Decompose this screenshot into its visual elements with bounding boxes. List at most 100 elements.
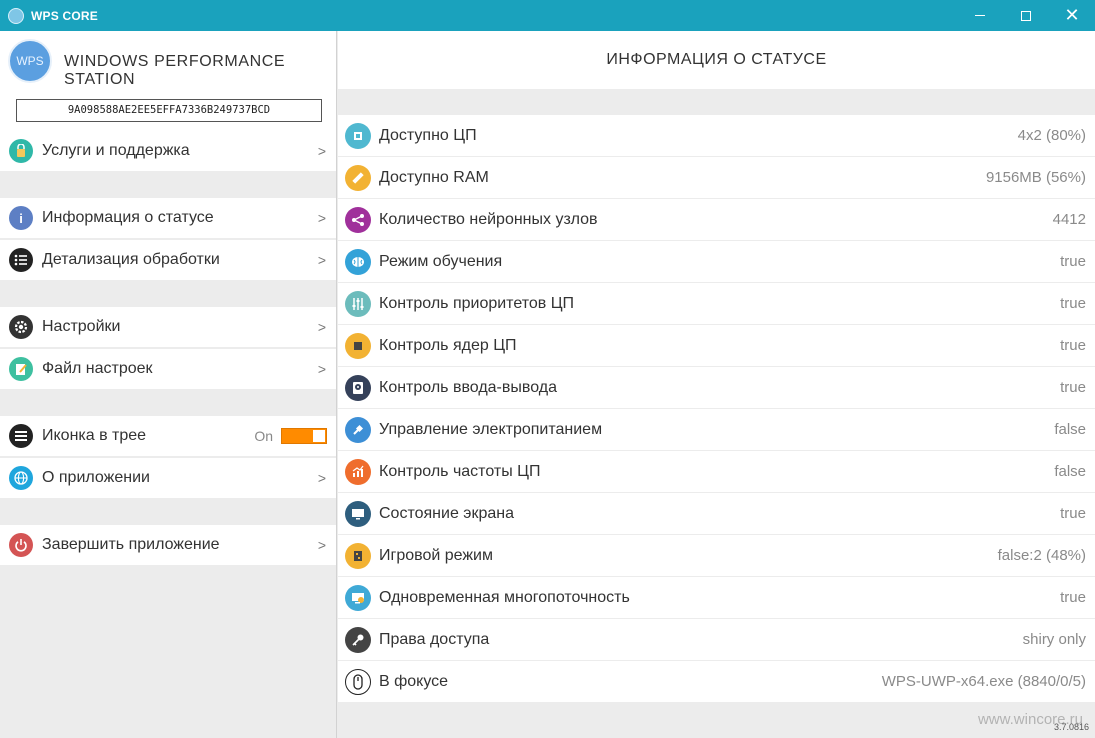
monitor-icon: [345, 500, 371, 527]
status-value: 4412: [1052, 211, 1086, 228]
status-label: Управление электропитанием: [379, 420, 603, 438]
maximize-button[interactable]: [1003, 0, 1049, 31]
status-label: Контроль ядер ЦП: [379, 336, 517, 354]
close-button[interactable]: ✕: [1049, 0, 1095, 31]
sliders-icon: [345, 290, 371, 317]
chevron-right-icon: >: [317, 319, 326, 335]
sidebar-item-settings-file[interactable]: Файл настроек >: [0, 349, 336, 390]
tray-icon: [9, 424, 33, 448]
sidebar-item-settings[interactable]: Настройки >: [0, 307, 336, 348]
notepad-icon: [9, 357, 33, 381]
sidebar-item-label: Завершить приложение: [42, 536, 220, 553]
status-panel: ИНФОРМАЦИЯ О СТАТУСЕ Доступно ЦП 4x2 (80…: [338, 31, 1095, 738]
status-row-cpu-core-control: Контроль ядер ЦП true: [338, 325, 1095, 367]
status-row-learning-mode: Режим обучения true: [338, 241, 1095, 283]
sidebar-item-label: О приложении: [42, 469, 150, 486]
status-label: В фокусе: [379, 672, 449, 690]
status-list: Доступно ЦП 4x2 (80%) Доступно RAM 9156M…: [338, 115, 1095, 703]
status-value: true: [1060, 295, 1086, 312]
chevron-right-icon: >: [317, 361, 326, 377]
status-value: 4x2 (80%): [1017, 127, 1086, 144]
status-row-ram-available: Доступно RAM 9156MB (56%): [338, 157, 1095, 199]
chevron-right-icon: >: [317, 252, 326, 268]
brand-header: WPS WINDOWS PERFORMANCE STATION 9A098588…: [0, 31, 336, 131]
status-value: false: [1054, 463, 1086, 480]
sidebar-item-label: Файл настроек: [42, 360, 153, 377]
sidebar-item-tray-icon: Иконка в трее On: [0, 416, 336, 457]
wps-logo: WPS: [8, 39, 52, 83]
status-value: WPS-UWP-x64.exe (8840/0/5): [881, 673, 1086, 690]
status-row-power-management: Управление электропитанием false: [338, 409, 1095, 451]
cpu-icon: [345, 122, 371, 149]
list-icon: [9, 248, 33, 272]
gamepad-icon: [345, 542, 371, 569]
status-value: true: [1060, 337, 1086, 354]
status-label: Количество нейронных узлов: [379, 210, 598, 228]
sidebar-item-label: Информация о статусе: [42, 209, 214, 226]
minimize-icon: [975, 15, 985, 16]
chevron-right-icon: >: [317, 210, 326, 226]
sidebar-item-processing-details[interactable]: Детализация обработки >: [0, 240, 336, 281]
mouse-icon: [345, 668, 371, 695]
status-row-neural-nodes: Количество нейронных узлов 4412: [338, 199, 1095, 241]
window-title: WPS CORE: [31, 8, 98, 23]
status-label: Доступно ЦП: [379, 126, 477, 144]
sidebar-item-support[interactable]: Услуги и поддержка >: [0, 131, 336, 172]
status-label: Состояние экрана: [379, 504, 514, 522]
status-value: shiry only: [1022, 631, 1086, 648]
chevron-right-icon: >: [317, 143, 326, 159]
version-label: 3.7.0816: [1053, 722, 1089, 732]
key-icon: [345, 626, 371, 653]
toggle-state-label: On: [254, 428, 273, 444]
chart-icon: [345, 458, 371, 485]
brain-icon: [345, 248, 371, 275]
license-key-field[interactable]: 9A098588AE2EE5EFFA7336B249737BCD: [16, 99, 322, 122]
chip-icon: [345, 332, 371, 359]
status-label: Контроль ввода-вывода: [379, 378, 557, 396]
sidebar-item-label: Детализация обработки: [42, 251, 220, 268]
chevron-right-icon: >: [317, 537, 326, 553]
chevron-right-icon: >: [317, 470, 326, 486]
globe-icon: [9, 466, 33, 490]
status-row-access-rights: Права доступа shiry only: [338, 619, 1095, 661]
page-title: ИНФОРМАЦИЯ О СТАТУСЕ: [338, 31, 1095, 89]
status-row-io-control: Контроль ввода-вывода true: [338, 367, 1095, 409]
status-value: true: [1060, 379, 1086, 396]
computer-icon: [345, 584, 371, 611]
sidebar-item-about[interactable]: О приложении >: [0, 458, 336, 499]
status-label: Одновременная многопоточность: [379, 588, 630, 606]
sidebar-item-exit[interactable]: Завершить приложение >: [0, 525, 336, 566]
app-icon: [8, 7, 24, 24]
ruler-icon: [345, 164, 371, 191]
sidebar-item-label: Настройки: [42, 318, 121, 335]
gear-icon: [9, 315, 33, 339]
sidebar: WPS WINDOWS PERFORMANCE STATION 9A098588…: [0, 31, 337, 738]
tray-icon-toggle[interactable]: [281, 428, 327, 444]
sidebar-item-status-info[interactable]: i Информация о статусе >: [0, 198, 336, 239]
minimize-button[interactable]: [957, 0, 1003, 31]
toggle-knob: [313, 430, 325, 442]
support-icon: [9, 139, 33, 163]
status-row-cpu-frequency-control: Контроль частоты ЦП false: [338, 451, 1095, 493]
status-value: 9156MB (56%): [985, 169, 1086, 186]
status-row-cpu-available: Доступно ЦП 4x2 (80%): [338, 115, 1095, 157]
status-row-game-mode: Игровой режим false:2 (48%): [338, 535, 1095, 577]
status-value: false:2 (48%): [997, 547, 1086, 564]
status-row-cpu-priority-control: Контроль приоритетов ЦП true: [338, 283, 1095, 325]
maximize-icon: [1021, 10, 1031, 21]
plug-icon: [345, 416, 371, 443]
info-icon: i: [9, 206, 33, 230]
sidebar-item-label: Услуги и поддержка: [42, 142, 190, 159]
status-row-in-focus: В фокусе WPS-UWP-x64.exe (8840/0/5): [338, 661, 1095, 703]
close-icon: ✕: [1064, 5, 1080, 25]
status-value: true: [1060, 589, 1086, 606]
status-value: false: [1054, 421, 1086, 438]
title-bar: WPS CORE ✕: [0, 0, 1095, 31]
status-value: true: [1060, 253, 1086, 270]
status-label: Режим обучения: [379, 252, 503, 270]
status-label: Игровой режим: [379, 546, 493, 564]
status-value: true: [1060, 505, 1086, 522]
share-icon: [345, 206, 371, 233]
status-label: Доступно RAM: [379, 168, 489, 186]
power-icon: [9, 533, 33, 557]
